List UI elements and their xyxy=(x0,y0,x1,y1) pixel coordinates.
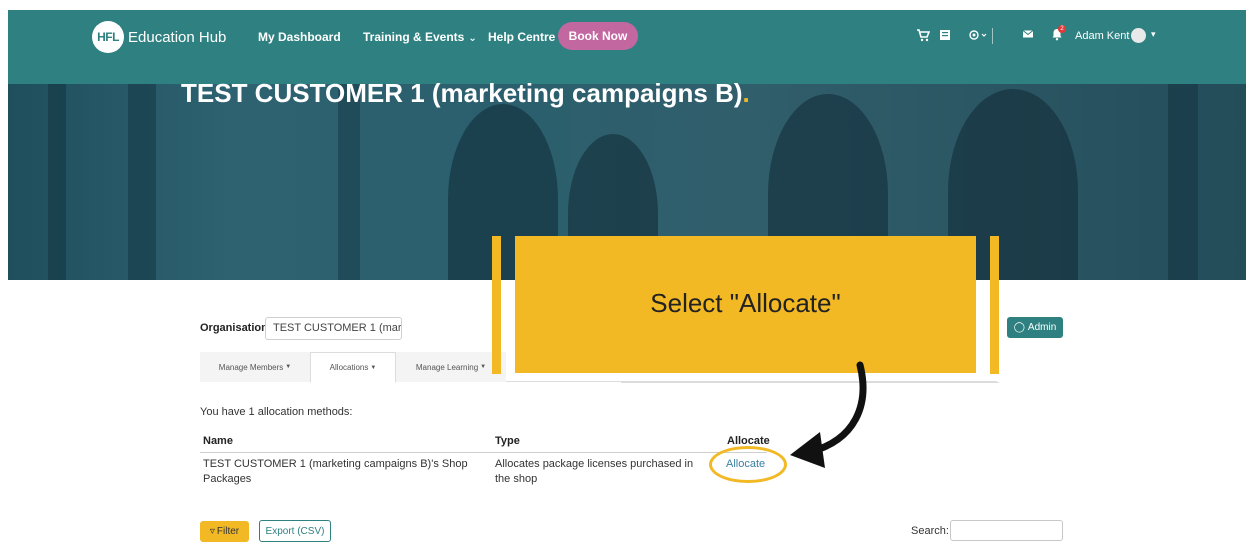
brand-logo[interactable]: HFL Education Hub xyxy=(92,21,226,53)
search-label: Search: xyxy=(911,525,949,537)
page-title-text: TEST CUSTOMER 1 (marketing campaigns B) xyxy=(181,78,743,108)
organisation-label: Organisation xyxy=(200,322,268,334)
caret-down-icon: ▼ xyxy=(285,364,292,370)
instruction-callout: Select "Allocate" xyxy=(515,236,976,373)
admin-button[interactable]: ◯ Admin xyxy=(1007,317,1063,338)
title-accent-dot: . xyxy=(742,78,750,108)
tab-manage-learning[interactable]: Manage Learning ▼ xyxy=(396,352,506,382)
tab-label: Manage Learning xyxy=(415,362,479,372)
nav-training-events-label: Training & Events xyxy=(363,30,465,44)
nav-my-dashboard[interactable]: My Dashboard xyxy=(258,30,341,44)
table-header-divider xyxy=(200,452,767,453)
filter-button[interactable]: ▿ Filter xyxy=(200,521,249,542)
filter-icon: ▿ xyxy=(209,526,215,537)
export-csv-button[interactable]: Export (CSV) xyxy=(259,520,331,542)
column-header-name: Name xyxy=(203,435,233,447)
tab-allocations[interactable]: Allocations ▼ xyxy=(310,352,396,383)
page-title: TEST CUSTOMER 1 (marketing campaigns B). xyxy=(181,78,750,109)
caret-down-icon[interactable]: ▾ xyxy=(1151,29,1156,40)
pointer-arrow-icon xyxy=(790,361,867,468)
hero-decor xyxy=(338,84,360,280)
settings-icon[interactable] xyxy=(968,28,990,45)
nav-training-events[interactable]: Training & Events ⌄ xyxy=(363,30,477,44)
column-header-type: Type xyxy=(495,435,520,447)
book-now-button[interactable]: Book Now xyxy=(558,22,638,50)
tab-label: Allocations xyxy=(329,363,369,372)
nav-divider xyxy=(992,28,993,44)
caret-down-icon: ▼ xyxy=(480,364,487,370)
shield-icon: ◯ xyxy=(1013,322,1025,333)
allocation-summary: You have 1 allocation methods: xyxy=(200,406,353,418)
hero-decor xyxy=(1168,84,1198,280)
table-cell-type: Allocates package licenses purchased in … xyxy=(495,458,694,485)
chevron-down-icon: ⌄ xyxy=(468,33,477,44)
avatar[interactable] xyxy=(1131,28,1146,43)
table-cell-name: TEST CUSTOMER 1 (marketing campaigns B)'… xyxy=(203,458,468,485)
cart-icon[interactable] xyxy=(916,28,931,45)
admin-button-label: Admin xyxy=(1027,322,1057,333)
organisation-select[interactable]: TEST CUSTOMER 1 (marketing campaigns B) xyxy=(265,317,402,340)
hero-decor xyxy=(128,84,156,280)
nav-help-centre[interactable]: Help Centre xyxy=(488,30,555,44)
callout-bar-right xyxy=(990,236,999,374)
brand-text: Education Hub xyxy=(128,28,227,46)
callout-text: Select "Allocate" xyxy=(650,288,841,318)
caret-down-icon: ▼ xyxy=(370,364,377,371)
hero-decor xyxy=(48,84,66,280)
tab-label: Manage Members xyxy=(218,362,284,372)
callout-bar-left xyxy=(492,236,501,374)
scroll-icon[interactable] xyxy=(938,28,952,45)
search-input[interactable] xyxy=(950,520,1063,541)
tab-manage-members[interactable]: Manage Members ▼ xyxy=(200,352,310,382)
mail-icon[interactable] xyxy=(1022,28,1034,43)
notification-badge: 2 xyxy=(1058,25,1066,33)
filter-button-label: Filter xyxy=(216,526,240,537)
hfl-badge-icon: HFL xyxy=(92,21,124,53)
user-name[interactable]: Adam Kent xyxy=(1075,30,1129,42)
